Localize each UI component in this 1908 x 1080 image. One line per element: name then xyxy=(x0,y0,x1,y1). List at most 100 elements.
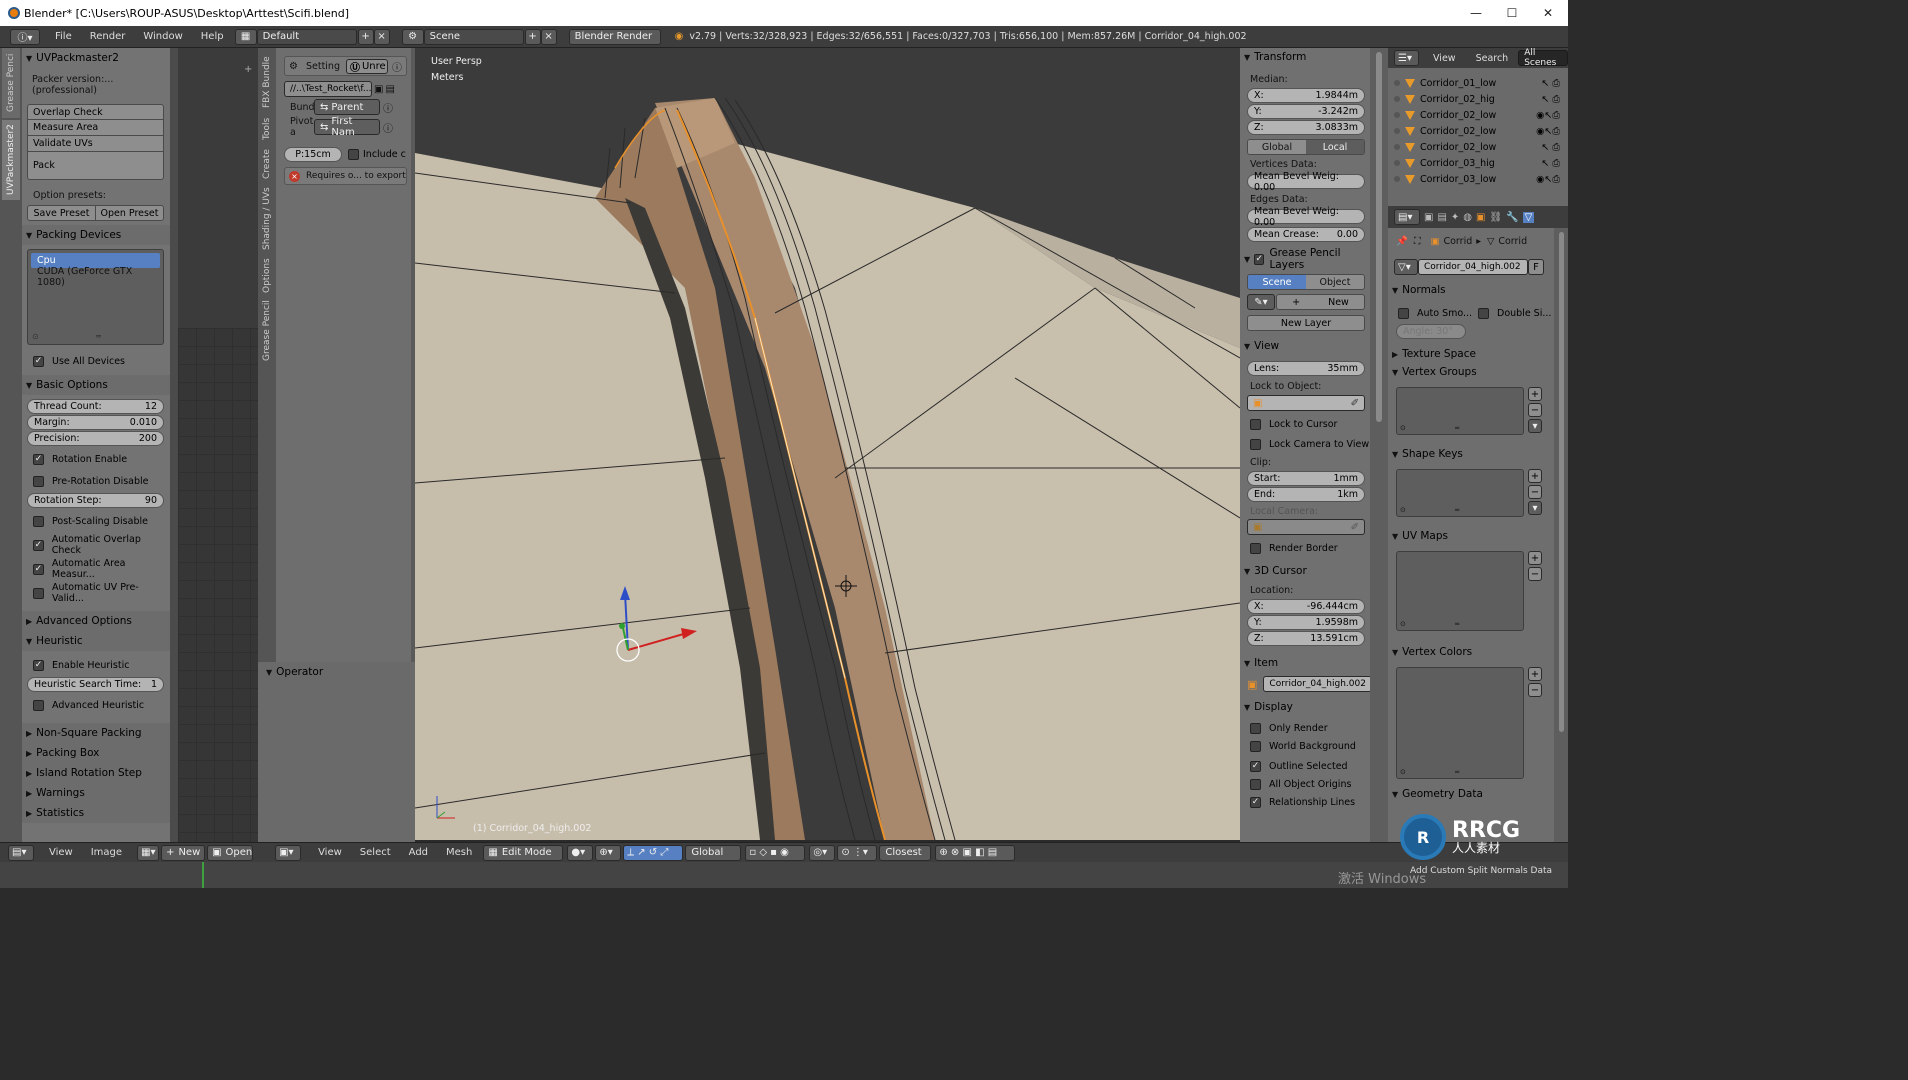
rotation-enable-checkbox[interactable]: ✓ Rotation Enable xyxy=(33,451,170,467)
save-preset-button[interactable]: Save Preset xyxy=(27,205,96,221)
post-scaling-disable-checkbox[interactable]: Post-Scaling Disable xyxy=(33,513,170,529)
menu-render[interactable]: Render xyxy=(81,31,135,42)
breadcrumb-mesh[interactable]: Corrid xyxy=(1498,236,1527,247)
enable-heuristic-checkbox[interactable]: ✓ Enable Heuristic xyxy=(33,657,170,673)
shading-mode-icon[interactable]: ●▾ xyxy=(567,844,594,861)
constraint-tab-icon[interactable]: ⛓ xyxy=(1489,212,1502,223)
list-resize-icon[interactable]: ⊙ xyxy=(32,332,39,341)
tab-create[interactable]: Create xyxy=(259,146,275,182)
uv-editor-area[interactable]: + xyxy=(178,48,258,842)
median-x-field[interactable]: X: 1.9844m xyxy=(1247,88,1365,103)
advanced-options-header[interactable]: ▶ Advanced Options xyxy=(22,611,170,631)
scene-select[interactable]: Scene xyxy=(423,28,524,45)
tab-grease-pencil-3d[interactable]: Grease Pencil xyxy=(259,298,275,364)
eye-icon[interactable]: ◉↖⎙ xyxy=(1536,126,1560,137)
shape-keys-header[interactable]: ▼ Shape Keys xyxy=(1388,445,1554,463)
add-uv-map-icon[interactable]: + xyxy=(1528,551,1542,565)
median-y-field[interactable]: Y: -3.242m xyxy=(1247,104,1365,119)
folder-open-icon[interactable]: ▤ xyxy=(385,84,394,95)
uv-image-menu[interactable]: Image xyxy=(82,847,131,858)
editor-type-info-icon[interactable]: ⓘ▾ xyxy=(10,28,40,45)
pack-button[interactable]: Pack xyxy=(27,152,164,180)
tab-fbx-bundle[interactable]: FBX Bundle xyxy=(259,52,275,112)
outliner-view-menu[interactable]: View xyxy=(1433,53,1456,64)
auto-overlap-check-checkbox[interactable]: ✓ Automatic Overlap Check xyxy=(33,534,170,556)
scene-icon[interactable]: ⚙ xyxy=(401,28,424,45)
item-name-field[interactable]: Corridor_04_high.002 xyxy=(1263,676,1372,692)
restrict-select-icon[interactable]: ↖ ⎙ xyxy=(1541,94,1560,105)
cursor-z-field[interactable]: Z: 13.591cm xyxy=(1247,631,1365,646)
image-editor-type-icon[interactable]: ▤▾ xyxy=(8,844,34,861)
add-vertex-group-icon[interactable]: + xyxy=(1528,387,1542,401)
overlap-check-button[interactable]: Overlap Check xyxy=(27,104,164,120)
3d-cursor-header[interactable]: ▼ 3D Cursor xyxy=(1240,562,1370,580)
tab-grease-pencil[interactable]: Grease Penci xyxy=(2,48,20,118)
open-image-button[interactable]: ▣ Open xyxy=(207,844,254,861)
select-mode-icons[interactable]: ▫ ◇ ▪ ◉ xyxy=(745,844,806,861)
eye-icon[interactable]: ◉↖⎙ xyxy=(1536,174,1560,185)
pencil-icon[interactable]: ✎▾ xyxy=(1247,294,1275,310)
heuristic-search-time-field[interactable]: Heuristic Search Time: 1 xyxy=(27,677,164,692)
remove-layout-icon[interactable]: × xyxy=(373,28,390,45)
proportional-edit-icon[interactable]: ◎▾ xyxy=(809,844,836,861)
include-checkbox[interactable]: Include c xyxy=(348,146,406,162)
outliner-row[interactable]: Corridor_02_hig ↖ ⎙ xyxy=(1388,91,1568,107)
timeline[interactable]: 激活 Windows Add Custom Split Normals Data xyxy=(0,862,1568,888)
only-render-checkbox[interactable]: Only Render xyxy=(1250,720,1370,736)
view3d-view-menu[interactable]: View xyxy=(309,847,351,858)
folder-icon[interactable]: ▣ xyxy=(374,84,383,95)
auto-uv-prevalidate-checkbox[interactable]: Automatic UV Pre-Valid... xyxy=(33,582,170,604)
use-all-devices-checkbox[interactable]: ✓ Use All Devices xyxy=(33,353,170,369)
display-header[interactable]: ▼ Display xyxy=(1240,698,1370,716)
add-shape-key-icon[interactable]: + xyxy=(1528,469,1542,483)
add-vertex-color-icon[interactable]: + xyxy=(1528,667,1542,681)
mean-crease-field[interactable]: Mean Crease: 0.00 xyxy=(1247,227,1365,242)
bundle-help-icon[interactable]: ⓘ xyxy=(383,100,393,115)
uv-maps-header[interactable]: ▼ UV Maps xyxy=(1388,527,1554,545)
world-tab-icon[interactable]: ◍ xyxy=(1463,212,1472,223)
minimize-button[interactable]: — xyxy=(1456,0,1496,26)
geometry-data-header[interactable]: ▼ Geometry Data xyxy=(1388,785,1554,803)
non-square-packing-header[interactable]: ▶ Non-Square Packing xyxy=(22,723,170,743)
render-engine-select[interactable]: Blender Render xyxy=(568,28,661,45)
vertex-groups-header[interactable]: ▼ Vertex Groups xyxy=(1388,363,1554,381)
view3d-select-menu[interactable]: Select xyxy=(351,847,400,858)
edge-bevel-weight-field[interactable]: Mean Bevel Weig: 0.00 xyxy=(1247,206,1365,228)
outliner-editor-icon[interactable]: ☰▾ xyxy=(1394,50,1420,66)
outline-selected-checkbox[interactable]: ✓ Outline Selected xyxy=(1250,758,1370,774)
orientation-select[interactable]: Global xyxy=(685,844,742,861)
outliner-row[interactable]: Corridor_03_low ◉↖⎙ xyxy=(1388,171,1568,187)
remove-uv-map-icon[interactable]: − xyxy=(1528,567,1542,581)
add-scene-icon[interactable]: + xyxy=(524,28,541,45)
add-custom-split-normals-button[interactable]: Add Custom Split Normals Data xyxy=(1410,866,1552,876)
precision-field[interactable]: Precision: 200 xyxy=(27,431,164,446)
snap-icons[interactable]: ⊙ ⋮▾ xyxy=(837,844,878,861)
warnings-header[interactable]: ▶ Warnings xyxy=(22,783,170,803)
uv-add-icon[interactable]: + xyxy=(244,64,252,75)
open-preset-button[interactable]: Open Preset xyxy=(96,205,164,221)
3d-view-editor-type-icon[interactable]: ▣▾ xyxy=(275,844,302,861)
vertex-bevel-weight-field[interactable]: Mean Bevel Weig: 0.00 xyxy=(1247,171,1365,193)
global-toggle[interactable]: Global xyxy=(1248,140,1306,154)
modifier-tab-icon[interactable]: 🔧 xyxy=(1506,212,1518,223)
menu-file[interactable]: File xyxy=(46,31,81,42)
transform-header[interactable]: ▼ Transform xyxy=(1240,48,1370,66)
restrict-select-icon[interactable]: ↖ ⎙ xyxy=(1541,142,1560,153)
cursor-y-field[interactable]: Y: 1.9598m xyxy=(1247,615,1365,630)
render-tab-icon[interactable]: ▣ xyxy=(1424,212,1433,223)
lens-field[interactable]: Lens: 35mm xyxy=(1247,361,1365,376)
new-image-button[interactable]: + New xyxy=(161,844,206,861)
pivot-mode-select[interactable]: ⇆ First Nam xyxy=(314,116,380,138)
outliner-row[interactable]: Corridor_02_low ◉↖⎙ xyxy=(1388,107,1568,123)
restrict-select-icon[interactable]: ↖ ⎙ xyxy=(1541,78,1560,89)
lock-to-cursor-checkbox[interactable]: Lock to Cursor xyxy=(1250,416,1370,432)
outliner-row[interactable]: Corridor_03_hig ↖ ⎙ xyxy=(1388,155,1568,171)
grease-new-button[interactable]: + New xyxy=(1276,294,1365,310)
vertex-colors-list[interactable]: ⊙ ═ xyxy=(1396,667,1524,779)
advanced-heuristic-checkbox[interactable]: Advanced Heuristic xyxy=(33,697,170,713)
vertex-groups-list[interactable]: ⊙ ═ xyxy=(1396,387,1524,435)
mode-select[interactable]: ▦ Edit Mode xyxy=(483,844,564,861)
device-cuda[interactable]: CUDA (GeForce GTX 1080) xyxy=(31,266,160,288)
double-sided-checkbox[interactable]: Double Si... xyxy=(1478,305,1551,321)
outliner-display-mode[interactable]: All Scenes xyxy=(1518,48,1568,68)
